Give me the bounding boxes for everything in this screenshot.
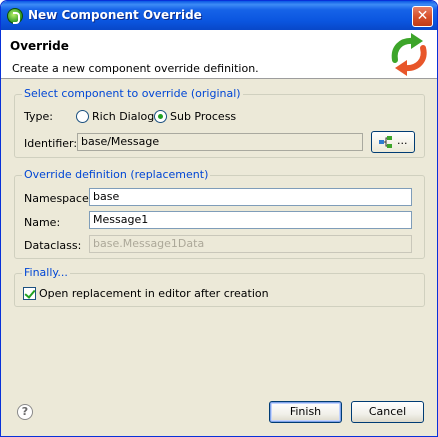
finally-group-title: Finally... xyxy=(22,266,70,279)
open-editor-label[interactable]: Open replacement in editor after creatio… xyxy=(39,287,269,300)
rich-dialog-radio[interactable] xyxy=(76,110,89,123)
namespace-input[interactable]: base xyxy=(89,188,412,206)
page-description: Create a new component override definiti… xyxy=(12,62,259,75)
type-label: Type: xyxy=(24,110,53,123)
dialog-window: New Component Override ✕ Override Create… xyxy=(0,0,438,437)
browse-component-button[interactable]: ... xyxy=(371,131,415,153)
finish-button[interactable]: Finish xyxy=(269,401,342,423)
override-arrows-icon xyxy=(391,33,427,76)
identifier-label: Identifier: xyxy=(24,137,78,150)
replacement-group: Override definition (replacement) Namesp… xyxy=(14,168,425,259)
page-title: Override xyxy=(10,39,69,53)
dataclass-input: base.Message1Data xyxy=(89,235,412,253)
wizard-header: Override Create a new component override… xyxy=(1,30,437,79)
close-icon: ✕ xyxy=(416,8,429,24)
cancel-button[interactable]: Cancel xyxy=(351,401,424,423)
app-icon xyxy=(7,8,23,24)
namespace-label: Namespace: xyxy=(24,192,93,205)
title-bar[interactable]: New Component Override ✕ xyxy=(1,1,437,30)
identifier-field[interactable]: base/Message xyxy=(77,133,363,151)
replacement-group-title: Override definition (replacement) xyxy=(22,168,211,181)
dataclass-label: Dataclass: xyxy=(24,239,82,252)
original-group: Select component to override (original) … xyxy=(14,87,425,158)
component-tree-icon xyxy=(379,136,392,148)
open-editor-checkbox[interactable] xyxy=(23,287,36,300)
sub-process-radio[interactable] xyxy=(154,110,167,123)
name-label: Name: xyxy=(24,216,61,229)
sub-process-label[interactable]: Sub Process xyxy=(170,110,236,123)
finally-group: Finally... Open replacement in editor af… xyxy=(14,266,425,307)
rich-dialog-label[interactable]: Rich Dialog xyxy=(92,110,154,123)
help-icon[interactable]: ? xyxy=(17,404,33,420)
browse-label: ... xyxy=(397,134,408,147)
original-group-title: Select component to override (original) xyxy=(22,87,243,100)
window-title: New Component Override xyxy=(28,8,202,22)
name-input[interactable]: Message1 xyxy=(89,211,412,229)
close-button[interactable]: ✕ xyxy=(412,6,433,27)
